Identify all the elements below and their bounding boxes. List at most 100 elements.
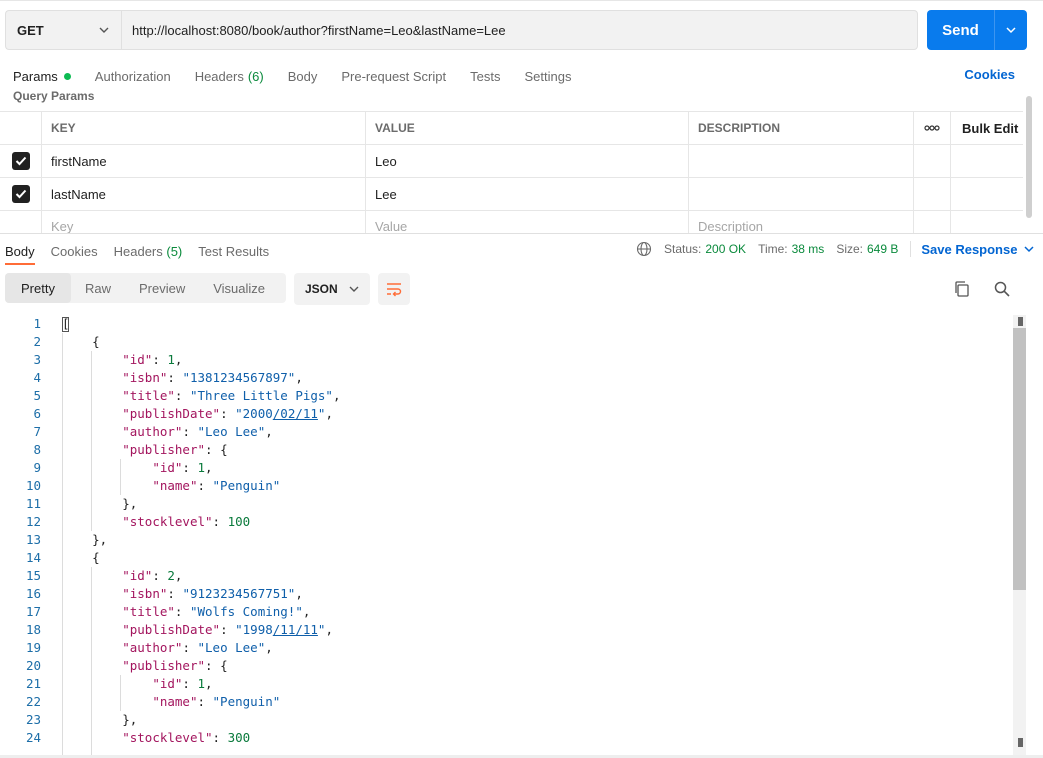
code-text: "isbn": "9123234567751",	[62, 585, 303, 603]
new-key-input[interactable]: Key	[42, 211, 366, 233]
code-text: "publishDate": "1998/11/11",	[62, 621, 333, 639]
param-description-cell[interactable]	[689, 178, 914, 210]
scroll-down-arrow[interactable]	[1018, 738, 1023, 747]
tab-headers[interactable]: Headers (6)	[195, 69, 264, 84]
param-key-cell[interactable]: firstName	[42, 145, 366, 177]
code-token: "Leo Lee"	[197, 424, 266, 439]
code-token: "stocklevel"	[122, 730, 213, 745]
more-options-button[interactable]	[914, 112, 951, 144]
query-params-table: KEY VALUE DESCRIPTION Bulk Edit firstNam…	[0, 111, 1023, 233]
scroll-up-arrow[interactable]	[1018, 317, 1023, 326]
copy-icon[interactable]	[953, 280, 971, 298]
code-text: },	[62, 531, 107, 549]
code-token: ,	[174, 352, 183, 367]
code-line: 12 "stocklevel": 100	[0, 513, 1010, 531]
view-pretty-button[interactable]: Pretty	[5, 273, 71, 303]
url-input[interactable]: http://localhost:8080/book/author?firstN…	[121, 10, 918, 50]
table-header-row: KEY VALUE DESCRIPTION Bulk Edit	[0, 111, 1023, 145]
search-icon[interactable]	[993, 280, 1011, 298]
param-checkbox[interactable]	[11, 185, 30, 203]
code-token: "id"	[152, 676, 183, 691]
param-key-cell[interactable]: lastName	[42, 178, 366, 210]
tab-test-results[interactable]: Test Results	[198, 244, 269, 259]
line-number: 21	[25, 676, 41, 691]
tab-params[interactable]: Params	[13, 69, 71, 84]
code-text: "author": "Leo Lee",	[62, 639, 273, 657]
save-response-label: Save Response	[921, 241, 1018, 257]
line-number: 1	[33, 316, 41, 331]
line-number: 5	[33, 388, 41, 403]
params-scrollbar[interactable]	[1026, 96, 1032, 218]
size-value: 649 B	[867, 242, 899, 256]
tab-response-cookies[interactable]: Cookies	[51, 244, 98, 259]
tab-authorization[interactable]: Authorization	[95, 69, 171, 84]
line-number: 23	[25, 712, 41, 727]
code-token: :	[174, 388, 190, 403]
tab-body[interactable]: Body	[288, 69, 318, 84]
bulk-edit-button[interactable]: Bulk Edit	[951, 112, 1023, 144]
param-description-cell[interactable]	[689, 145, 914, 177]
code-line: 24 "stocklevel": 300	[0, 729, 1010, 747]
response-scrollbar-thumb[interactable]	[1013, 328, 1026, 590]
code-token: : {	[205, 658, 228, 673]
send-button[interactable]: Send	[927, 22, 994, 39]
code-token: : {	[205, 442, 228, 457]
param-value-cell[interactable]: Lee	[366, 178, 689, 210]
code-token: 1	[197, 460, 206, 475]
method-select[interactable]: GET	[5, 10, 121, 50]
code-text: "name": "Penguin"	[62, 477, 280, 495]
bracket-match-highlight	[62, 317, 69, 332]
line-number: 12	[25, 514, 41, 529]
code-line: 21 "id": 1,	[0, 675, 1010, 693]
code-token: :	[220, 406, 236, 421]
param-spacer-cell	[951, 145, 1023, 177]
param-value-cell[interactable]: Leo	[366, 145, 689, 177]
code-token: "2000	[235, 406, 273, 421]
line-number: 9	[33, 460, 41, 475]
tab-prerequest-script[interactable]: Pre-request Script	[341, 69, 446, 84]
code-text: "title": "Wolfs Coming!",	[62, 603, 310, 621]
tab-params-label: Params	[13, 68, 58, 84]
new-value-input[interactable]: Value	[366, 211, 689, 233]
format-select[interactable]: JSON	[294, 273, 370, 305]
time-value: 38 ms	[791, 242, 825, 256]
code-token: },	[62, 532, 108, 547]
request-tabs: Params Authorization Headers (6) Body Pre…	[13, 66, 595, 86]
code-token: "author"	[122, 424, 183, 439]
code-token: "publisher"	[122, 442, 206, 457]
code-line: 20 "publisher": {	[0, 657, 1010, 675]
send-options-button[interactable]	[995, 10, 1027, 50]
tab-response-headers[interactable]: Headers (5)	[114, 244, 183, 259]
param-spacer-cell	[951, 211, 1023, 233]
code-token: "name"	[152, 694, 198, 709]
code-token: "1998	[235, 622, 273, 637]
save-response-button[interactable]: Save Response	[921, 242, 1035, 257]
globe-icon[interactable]	[636, 241, 652, 257]
code-text: "title": "Three Little Pigs",	[62, 387, 341, 405]
view-raw-button[interactable]: Raw	[71, 273, 125, 303]
chevron-down-icon	[1024, 246, 1034, 253]
tab-headers-count: (6)	[247, 68, 264, 84]
code-token: ,	[265, 424, 273, 439]
tab-settings[interactable]: Settings	[524, 69, 571, 84]
pane-divider[interactable]	[0, 233, 1043, 234]
code-token: 300	[227, 730, 251, 745]
code-token: "author"	[122, 640, 183, 655]
code-token: "title"	[122, 388, 175, 403]
view-visualize-button[interactable]: Visualize	[199, 273, 279, 303]
table-row: firstName Leo	[0, 145, 1023, 178]
code-token: ,	[332, 388, 341, 403]
column-header-key: KEY	[42, 112, 366, 144]
code-token: 1	[197, 676, 206, 691]
tab-tests[interactable]: Tests	[470, 69, 500, 84]
cookies-link[interactable]: Cookies	[964, 67, 1015, 82]
wrap-lines-button[interactable]	[378, 273, 410, 305]
view-preview-button[interactable]: Preview	[125, 273, 199, 303]
new-description-input[interactable]: Description	[689, 211, 914, 233]
param-checkbox[interactable]	[11, 152, 30, 170]
tab-response-body[interactable]: Body	[5, 244, 35, 259]
table-row: lastName Lee	[0, 178, 1023, 211]
